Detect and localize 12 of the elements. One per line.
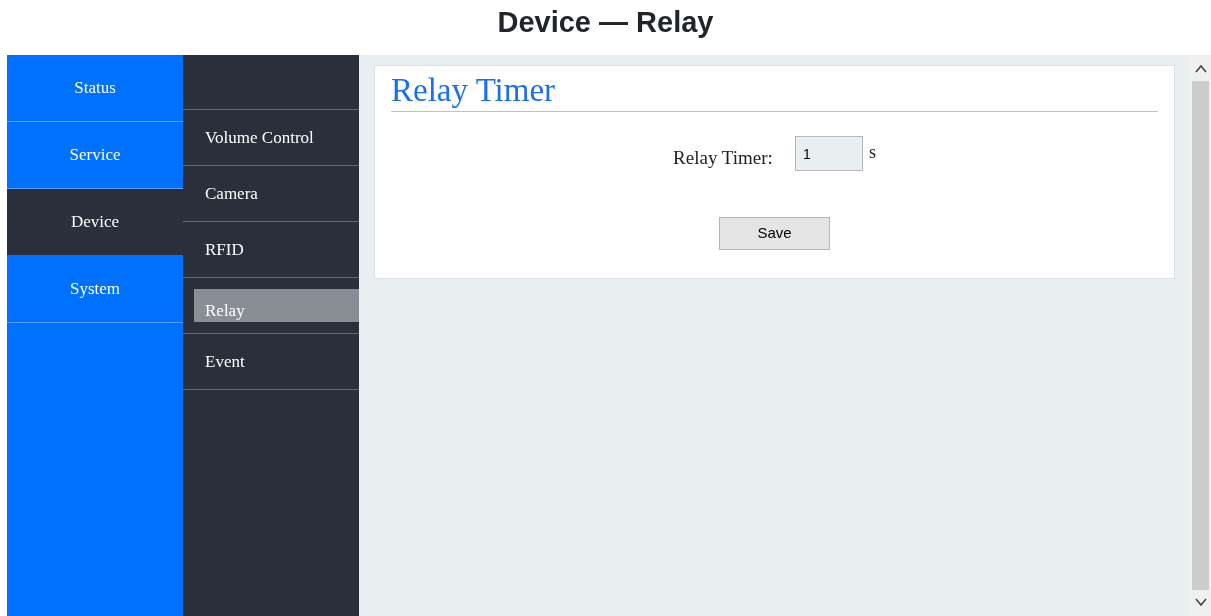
page-title: Device — Relay [496,5,715,40]
field-label: Relay Timer: [673,146,773,170]
submenu-item[interactable]: Event [183,334,359,389]
scrollbar[interactable] [1190,55,1211,616]
submenu-item[interactable]: Volume Control [183,110,359,165]
input-field[interactable]: 1 [794,136,863,171]
nav-item[interactable]: Device [7,189,183,256]
submenu-item[interactable]: RFID [183,222,359,277]
unit-label: s [868,141,876,164]
save-button[interactable]: Save [719,216,830,250]
panel-title: Relay Timer [391,70,1158,112]
submenu-item[interactable]: Camera [183,166,359,221]
